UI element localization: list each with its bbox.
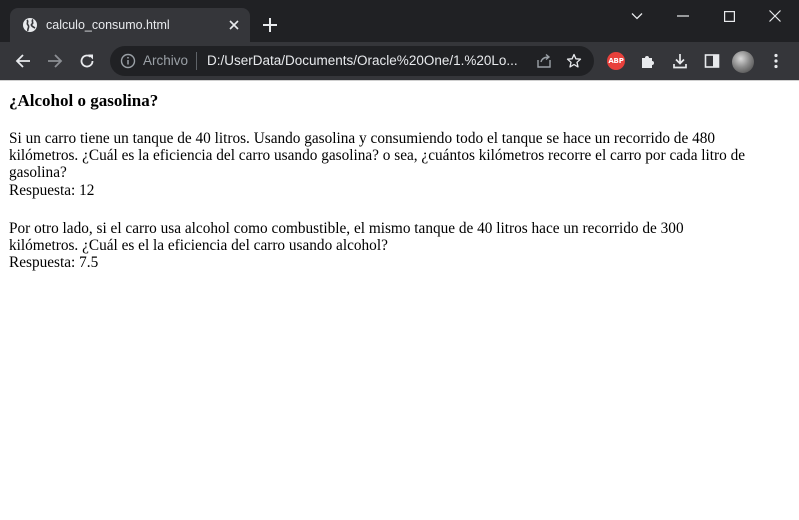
download-icon[interactable] — [670, 51, 690, 71]
reload-icon[interactable] — [77, 51, 97, 71]
browser-toolbar: Archivo D:/UserData/Documents/Oracle%20O… — [0, 42, 799, 80]
info-icon[interactable] — [120, 53, 136, 69]
minimize-button[interactable] — [660, 0, 706, 32]
question-alcohol-line-2: kilómetros. ¿Cuál es el la eficiencia de… — [9, 237, 388, 255]
security-chip-label[interactable]: Archivo — [143, 53, 188, 69]
profile-avatar[interactable] — [732, 51, 754, 73]
adblock-label: ABP — [608, 57, 624, 65]
extensions-puzzle-icon[interactable] — [638, 51, 658, 71]
browser-tab[interactable]: calculo_consumo.html — [10, 8, 250, 42]
back-arrow-icon[interactable] — [13, 51, 33, 71]
question-gasoline-line-1: Si un carro tiene un tanque de 40 litros… — [9, 130, 716, 147]
answer-alcohol: Respuesta: 7.5 — [9, 254, 99, 272]
adblock-extension-icon[interactable]: ABP — [607, 52, 625, 70]
tab-search-chevron-icon[interactable] — [614, 0, 660, 32]
side-panel-icon[interactable] — [702, 51, 722, 71]
menu-kebab-icon[interactable] — [766, 51, 786, 71]
share-icon[interactable] — [536, 53, 552, 69]
bookmark-star-icon[interactable] — [566, 53, 582, 69]
maximize-button[interactable] — [706, 0, 752, 32]
question-gasoline-line-3: gasolina? — [9, 164, 67, 182]
tab-title: calculo_consumo.html — [46, 18, 170, 32]
question-gasoline-line-2: kilómetros. ¿Cuál es la eficiencia del c… — [9, 147, 746, 165]
url-text[interactable]: D:/UserData/Documents/Oracle%20One/1.%20… — [207, 53, 527, 69]
address-bar-divider — [196, 52, 197, 70]
title-bar: calculo_consumo.html — [0, 0, 799, 42]
question-alcohol-line-1: Por otro lado, si el carro usa alcohol c… — [9, 220, 684, 237]
page-content: ¿Alcohol o gasolina? Si un carro tiene u… — [0, 80, 799, 520]
question-alcohol: Por otro lado, si el carro usa alcohol c… — [9, 220, 784, 272]
close-tab-icon[interactable] — [226, 17, 242, 33]
answer-gasoline: Respuesta: 12 — [9, 181, 95, 199]
question-gasoline: Si un carro tiene un tanque de 40 litros… — [9, 130, 784, 199]
new-tab-plus-icon[interactable] — [262, 17, 278, 33]
forward-arrow-icon[interactable] — [45, 51, 65, 71]
address-bar[interactable]: Archivo D:/UserData/Documents/Oracle%20O… — [110, 46, 594, 76]
globe-icon — [23, 18, 37, 32]
page-heading: ¿Alcohol o gasolina? — [9, 91, 159, 110]
close-window-button[interactable] — [752, 0, 798, 32]
